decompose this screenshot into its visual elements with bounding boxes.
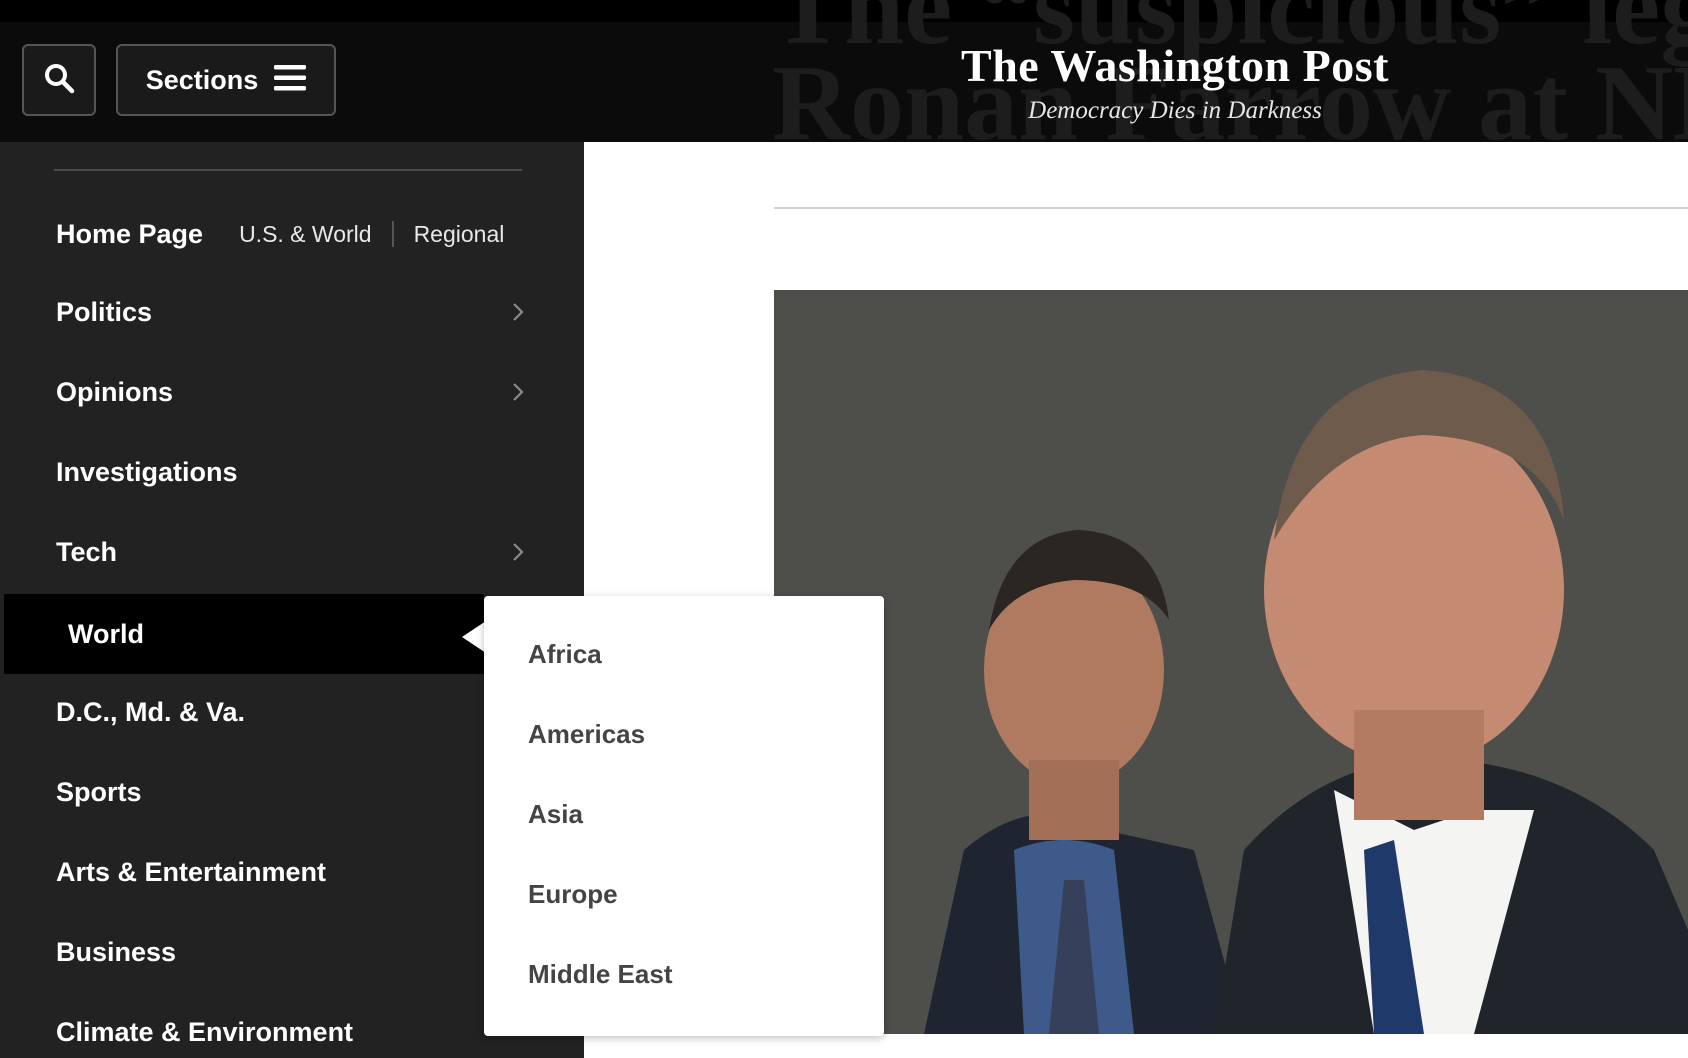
- world-submenu: Africa Americas Asia Europe Middle East: [484, 596, 884, 1036]
- home-links-divider: [391, 221, 394, 247]
- sidebar-item-opinions[interactable]: Opinions: [0, 352, 584, 432]
- site-logo[interactable]: The Washington Post Democracy Dies in Da…: [900, 36, 1450, 126]
- sidebar-item-label: Tech: [56, 536, 118, 567]
- sidebar-item-politics[interactable]: Politics: [0, 272, 584, 352]
- logo-name: The Washington Post: [961, 40, 1389, 91]
- sidebar-item-label: Sports: [56, 776, 142, 807]
- submenu-item-americas[interactable]: Americas: [528, 712, 645, 756]
- sidebar-divider: [54, 169, 522, 171]
- logo-tagline: Democracy Dies in Darkness: [1028, 97, 1322, 124]
- home-row: Home Page U.S. & World Regional: [56, 214, 504, 254]
- chevron-right-icon: [512, 302, 524, 327]
- sidebar-item-label: Politics: [56, 296, 153, 327]
- search-icon: [43, 62, 75, 99]
- top-bar: The “suspicious” legal w Ronan Farrow at…: [0, 0, 1688, 142]
- sidebar-link-regional[interactable]: Regional: [414, 221, 505, 248]
- submenu-item-asia[interactable]: Asia: [528, 792, 583, 836]
- sections-label: Sections: [145, 64, 259, 95]
- submenu-item-middle-east[interactable]: Middle East: [528, 952, 672, 996]
- sidebar-item-home-page[interactable]: Home Page: [56, 219, 203, 250]
- sidebar-item-label: Climate & Environment: [56, 1016, 354, 1047]
- sidebar-item-label: Business: [56, 936, 177, 967]
- search-button[interactable]: [22, 44, 96, 116]
- submenu-item-africa[interactable]: Africa: [528, 632, 602, 676]
- chevron-right-icon: [512, 382, 524, 407]
- sidebar-item-investigations[interactable]: Investigations: [0, 432, 584, 512]
- submenu-item-europe[interactable]: Europe: [528, 872, 618, 916]
- sidebar-item-label: Arts & Entertainment: [56, 856, 327, 887]
- chevron-right-icon: [512, 542, 524, 567]
- sidebar-link-us-world[interactable]: U.S. & World: [239, 221, 372, 248]
- headline-divider: [774, 207, 1688, 209]
- sidebar-item-label: D.C., Md. & Va.: [56, 696, 246, 727]
- sections-button[interactable]: Sections: [116, 44, 336, 116]
- flyout-pointer: [462, 621, 486, 653]
- sidebar-item-label: Opinions: [56, 376, 173, 407]
- sidebar-item-label: World: [68, 618, 144, 649]
- article-photo[interactable]: [774, 290, 1688, 1034]
- sidebar-item-world[interactable]: World: [4, 594, 484, 674]
- sidebar-item-label: Investigations: [56, 456, 238, 487]
- hamburger-icon: [274, 64, 307, 97]
- sidebar-item-tech[interactable]: Tech: [0, 512, 584, 592]
